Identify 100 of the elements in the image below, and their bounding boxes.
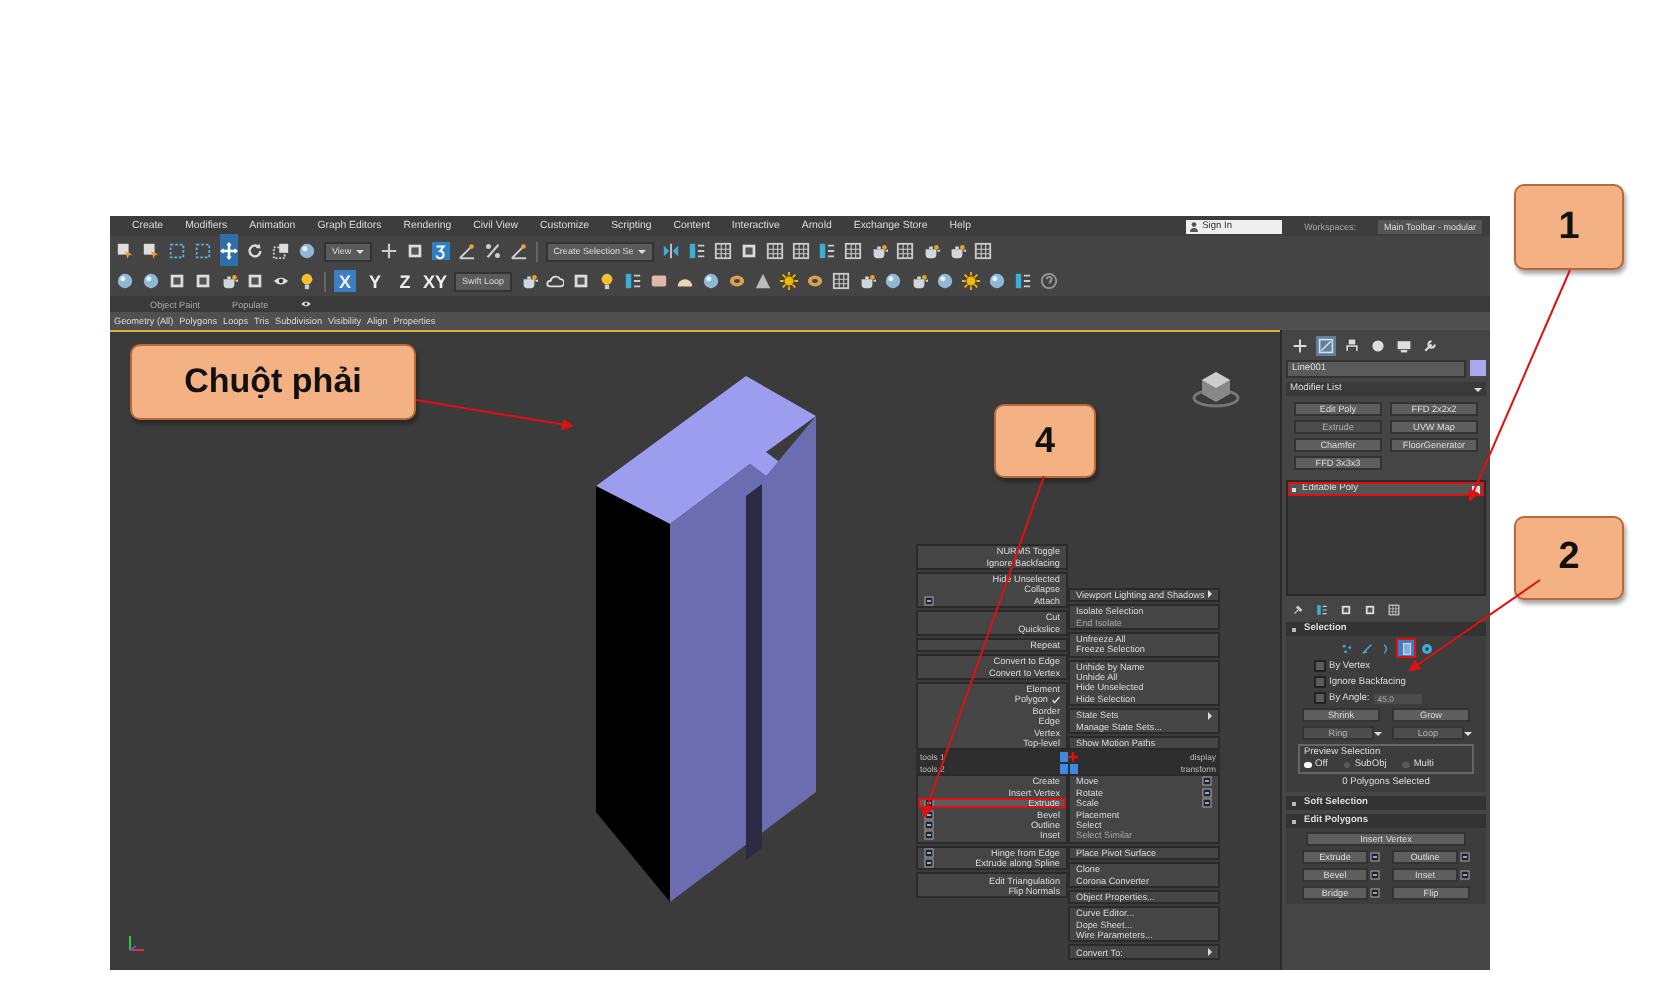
sphere-icon[interactable] bbox=[988, 272, 1007, 290]
cone-icon[interactable] bbox=[754, 272, 773, 290]
settings-icon[interactable] bbox=[924, 858, 934, 869]
teapot-icon[interactable] bbox=[921, 242, 940, 260]
create-tab[interactable] bbox=[1290, 335, 1310, 355]
star-icon[interactable] bbox=[780, 272, 799, 290]
settings-icon[interactable] bbox=[924, 595, 934, 606]
arrow bbox=[1408, 579, 1541, 672]
teapot-icon[interactable] bbox=[520, 272, 539, 290]
light-icon[interactable] bbox=[298, 272, 316, 290]
grid-icon[interactable] bbox=[791, 242, 810, 260]
sphere-icon[interactable] bbox=[116, 272, 134, 290]
settings-icon[interactable] bbox=[924, 847, 934, 858]
settings-icon[interactable] bbox=[924, 830, 934, 841]
box-icon[interactable] bbox=[650, 272, 669, 290]
move-icon[interactable] bbox=[220, 241, 238, 259]
square-icon[interactable] bbox=[572, 272, 591, 290]
grid-icon[interactable] bbox=[973, 242, 992, 260]
submenu-arrow-icon bbox=[1208, 948, 1212, 957]
grid-icon[interactable] bbox=[713, 242, 732, 260]
dashed-square-icon[interactable] bbox=[194, 242, 212, 260]
cloud-icon[interactable] bbox=[546, 272, 565, 290]
callout: 2 bbox=[1514, 516, 1624, 600]
help-icon[interactable] bbox=[1040, 272, 1059, 290]
bars-icon[interactable] bbox=[687, 242, 706, 260]
sphere-icon[interactable] bbox=[936, 272, 955, 290]
settings-icon[interactable] bbox=[1460, 852, 1470, 862]
settings-icon[interactable] bbox=[1202, 776, 1212, 787]
sphere-icon[interactable] bbox=[298, 242, 316, 260]
pin-icon[interactable] bbox=[1292, 603, 1304, 615]
viewport[interactable] bbox=[110, 330, 1280, 970]
square-icon[interactable] bbox=[168, 272, 186, 290]
cross-icon[interactable] bbox=[379, 242, 398, 260]
modify-tab[interactable] bbox=[1316, 335, 1336, 355]
settings-icon[interactable] bbox=[924, 820, 934, 830]
sphere-icon[interactable] bbox=[884, 272, 903, 290]
vertex-level-icon[interactable] bbox=[1338, 640, 1354, 656]
bars-icon[interactable] bbox=[624, 272, 643, 290]
axis-button[interactable]: XY bbox=[424, 270, 446, 292]
hierarchy-tab[interactable] bbox=[1342, 335, 1362, 355]
scale-icon[interactable] bbox=[272, 242, 290, 260]
dashed-square-icon[interactable] bbox=[168, 242, 186, 260]
star-icon[interactable] bbox=[962, 272, 981, 290]
teapot-icon[interactable] bbox=[947, 242, 966, 260]
settings-icon[interactable] bbox=[924, 798, 934, 809]
square-icon[interactable] bbox=[405, 242, 424, 260]
light-icon[interactable] bbox=[598, 272, 617, 290]
cursor-square-icon[interactable] bbox=[142, 242, 160, 260]
bars-icon[interactable] bbox=[1316, 603, 1328, 615]
bars-icon[interactable] bbox=[1014, 272, 1033, 290]
square-icon[interactable] bbox=[1340, 603, 1352, 615]
rotate-icon[interactable] bbox=[246, 242, 264, 260]
settings-icon[interactable] bbox=[1370, 888, 1380, 898]
square-icon[interactable] bbox=[739, 242, 758, 260]
grid-icon[interactable] bbox=[765, 242, 784, 260]
teapot-icon[interactable] bbox=[869, 242, 888, 260]
display-tab[interactable] bbox=[1394, 335, 1414, 355]
axis-button[interactable]: X bbox=[334, 270, 356, 292]
settings-icon[interactable] bbox=[1202, 798, 1212, 809]
settings-icon[interactable] bbox=[1370, 870, 1380, 880]
element-level-icon[interactable] bbox=[1418, 640, 1434, 656]
cursor-square-icon[interactable] bbox=[116, 242, 134, 260]
settings-icon[interactable] bbox=[1460, 870, 1470, 880]
bars-icon[interactable] bbox=[817, 242, 836, 260]
grid-icon[interactable] bbox=[832, 272, 851, 290]
sphere-icon[interactable] bbox=[702, 272, 721, 290]
torus-icon[interactable] bbox=[806, 272, 825, 290]
settings-icon[interactable] bbox=[1202, 787, 1212, 798]
object-color-swatch[interactable] bbox=[1470, 360, 1486, 376]
edge-level-icon[interactable] bbox=[1358, 640, 1374, 656]
grid-icon[interactable] bbox=[895, 242, 914, 260]
caret-icon bbox=[1474, 387, 1482, 391]
teapot-icon[interactable] bbox=[220, 272, 238, 290]
axis-button[interactable]: Y bbox=[364, 270, 386, 292]
angle-icon[interactable] bbox=[509, 242, 528, 260]
callout: Chuột phải bbox=[130, 344, 416, 420]
square-icon[interactable] bbox=[246, 272, 264, 290]
eye-icon[interactable] bbox=[272, 272, 290, 290]
callout: 4 bbox=[994, 404, 1096, 478]
utilities-tab[interactable] bbox=[1420, 335, 1440, 355]
submenu-arrow-icon bbox=[1208, 590, 1213, 599]
user-icon bbox=[1190, 221, 1199, 231]
teapot-icon[interactable] bbox=[858, 272, 877, 290]
settings-icon[interactable] bbox=[1370, 852, 1380, 862]
teapot-icon[interactable] bbox=[910, 272, 929, 290]
grid-icon[interactable] bbox=[843, 242, 862, 260]
check-icon bbox=[1052, 695, 1060, 704]
axis-button[interactable]: Z bbox=[394, 270, 416, 292]
angle-icon[interactable] bbox=[457, 242, 476, 260]
sphere-icon[interactable] bbox=[142, 272, 160, 290]
polygon-level-icon[interactable] bbox=[1398, 640, 1414, 656]
eye-icon[interactable] bbox=[300, 298, 313, 310]
settings-icon[interactable] bbox=[924, 809, 934, 820]
square-icon[interactable] bbox=[194, 272, 212, 290]
motion-tab[interactable] bbox=[1368, 335, 1388, 355]
square-icon[interactable] bbox=[1364, 603, 1376, 615]
percent-icon[interactable] bbox=[483, 242, 502, 260]
grid-icon[interactable] bbox=[1388, 603, 1400, 615]
torus-icon[interactable] bbox=[728, 272, 747, 290]
mirror-icon[interactable] bbox=[661, 242, 680, 260]
